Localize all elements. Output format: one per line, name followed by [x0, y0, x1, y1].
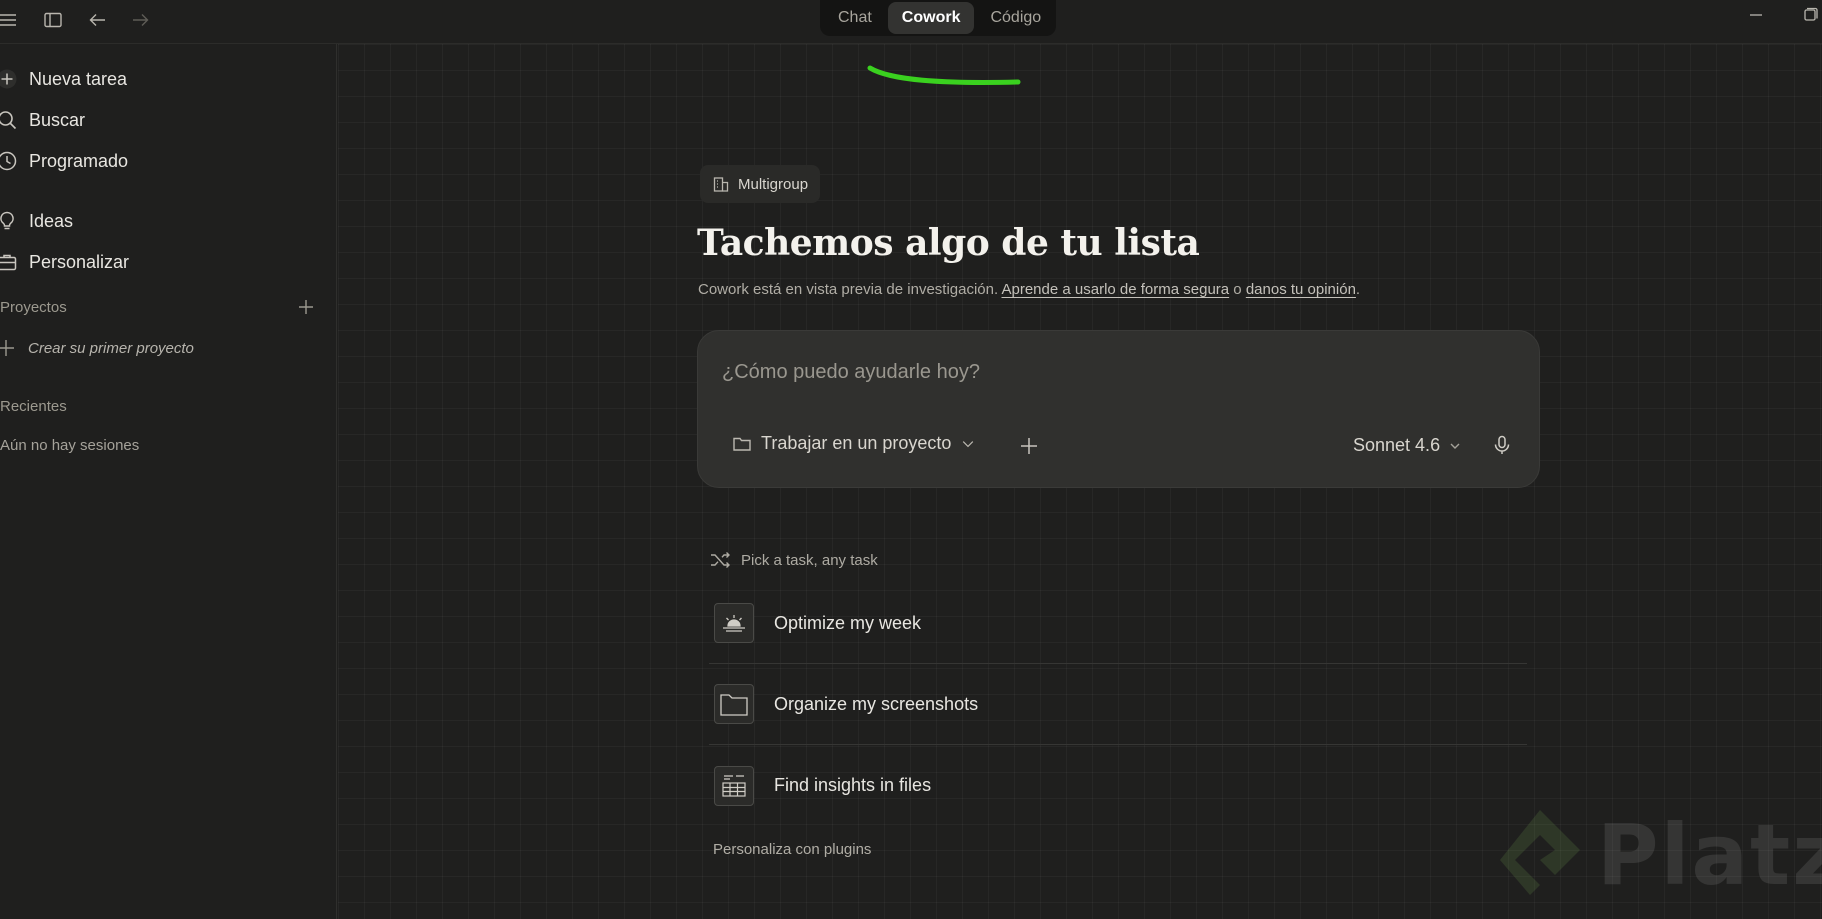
folder-icon — [714, 684, 754, 724]
tab-chat[interactable]: Chat — [824, 2, 886, 34]
model-label: Sonnet 4.6 — [1353, 435, 1441, 455]
feedback-link[interactable]: danos tu opinión — [1246, 281, 1356, 298]
briefcase-icon — [0, 251, 18, 273]
maximize-icon[interactable] — [1801, 6, 1819, 29]
add-attachment-icon[interactable] — [1018, 435, 1040, 462]
sidebar-item-search[interactable]: Buscar — [0, 103, 85, 137]
sidebar-item-label: Personalizar — [29, 251, 130, 272]
plus-icon — [0, 338, 16, 358]
sidebar-toggle-icon[interactable] — [39, 6, 67, 34]
sunrise-icon — [714, 603, 754, 643]
sidebar-item-label: Buscar — [29, 109, 86, 130]
plus-icon — [0, 68, 18, 90]
task-label: Optimize my week — [774, 612, 922, 633]
project-select-label: Trabajar en un proyecto — [761, 433, 952, 453]
add-project-icon[interactable] — [297, 298, 315, 321]
model-select[interactable]: Sonnet 4.6 — [1353, 435, 1462, 456]
sidebar-item-label: Nueva tarea — [29, 68, 128, 89]
sidebar-item-scheduled[interactable]: Programado — [0, 144, 128, 178]
prompt-input[interactable] — [722, 357, 1502, 387]
shuffle-icon — [711, 552, 730, 568]
task-suggestion[interactable]: Organize my screenshots — [709, 664, 1527, 745]
safe-usage-link[interactable]: Aprende a usarlo de forma segura — [1002, 281, 1230, 298]
organization-badge[interactable]: Multigroup — [700, 165, 821, 203]
annotation-stroke — [867, 65, 1021, 85]
search-icon — [0, 109, 18, 131]
top-bar: Chat Cowork Código — [0, 0, 1822, 44]
prompt-composer: Trabajar en un proyecto Sonnet 4.6 — [697, 330, 1540, 488]
chevron-down-icon — [1450, 443, 1460, 449]
notice-text: . — [1355, 281, 1361, 298]
clock-icon — [0, 150, 18, 172]
sidebar-item-label: Programado — [29, 150, 129, 171]
chevron-down-icon — [963, 440, 974, 447]
organization-name: Multigroup — [738, 175, 809, 193]
watermark-text: Platzi — [1597, 806, 1822, 904]
create-project-link[interactable]: Crear su primer proyecto — [0, 338, 194, 358]
tab-cowork[interactable]: Cowork — [887, 2, 975, 34]
shuffle-task-label: Pick a task, any task — [741, 551, 878, 569]
task-suggestion[interactable]: Optimize my week — [709, 583, 1527, 664]
platzi-logo-icon — [1500, 810, 1580, 895]
create-project-label: Crear su primer proyecto — [28, 339, 194, 357]
tab-code[interactable]: Código — [976, 2, 1055, 34]
platzi-watermark: Platzi — [1495, 805, 1822, 905]
spreadsheet-icon — [714, 765, 754, 806]
forward-arrow-icon[interactable] — [126, 6, 154, 34]
recents-label: Recientes — [0, 398, 67, 415]
sidebar-item-new-task[interactable]: Nueva tarea — [0, 62, 127, 96]
project-select[interactable]: Trabajar en un proyecto — [732, 433, 976, 454]
task-label: Organize my screenshots — [774, 693, 979, 714]
task-suggestion[interactable]: Find insights in files — [709, 745, 1527, 826]
back-arrow-icon[interactable] — [84, 6, 112, 34]
research-preview-notice: Cowork está en vista previa de investiga… — [698, 281, 1360, 298]
sidebar-item-customize[interactable]: Personalizar — [0, 245, 129, 279]
page-title: Tachemos algo de tu lista — [697, 222, 1200, 264]
notice-text: o — [1229, 281, 1246, 298]
sidebar: Nueva tarea Buscar Programado Ideas Pers… — [0, 44, 337, 919]
microphone-icon[interactable] — [1491, 434, 1513, 461]
no-sessions-text: Aún no hay sesiones — [0, 437, 140, 454]
lightbulb-icon — [0, 210, 18, 232]
plugins-link[interactable]: Personaliza con plugins — [713, 841, 871, 858]
shuffle-task-button[interactable]: Pick a task, any task — [709, 549, 878, 571]
menu-icon[interactable] — [0, 6, 22, 34]
mode-switch: Chat Cowork Código — [820, 0, 1056, 36]
sidebar-item-label: Ideas — [29, 210, 74, 231]
sidebar-item-ideas[interactable]: Ideas — [0, 204, 73, 238]
folder-icon — [733, 437, 751, 451]
notice-text: Cowork está en vista previa de investiga… — [698, 281, 1002, 298]
minimize-icon[interactable] — [1747, 6, 1765, 29]
building-icon — [713, 177, 729, 192]
task-label: Find insights in files — [774, 775, 932, 795]
projects-label: Proyectos — [0, 299, 67, 316]
